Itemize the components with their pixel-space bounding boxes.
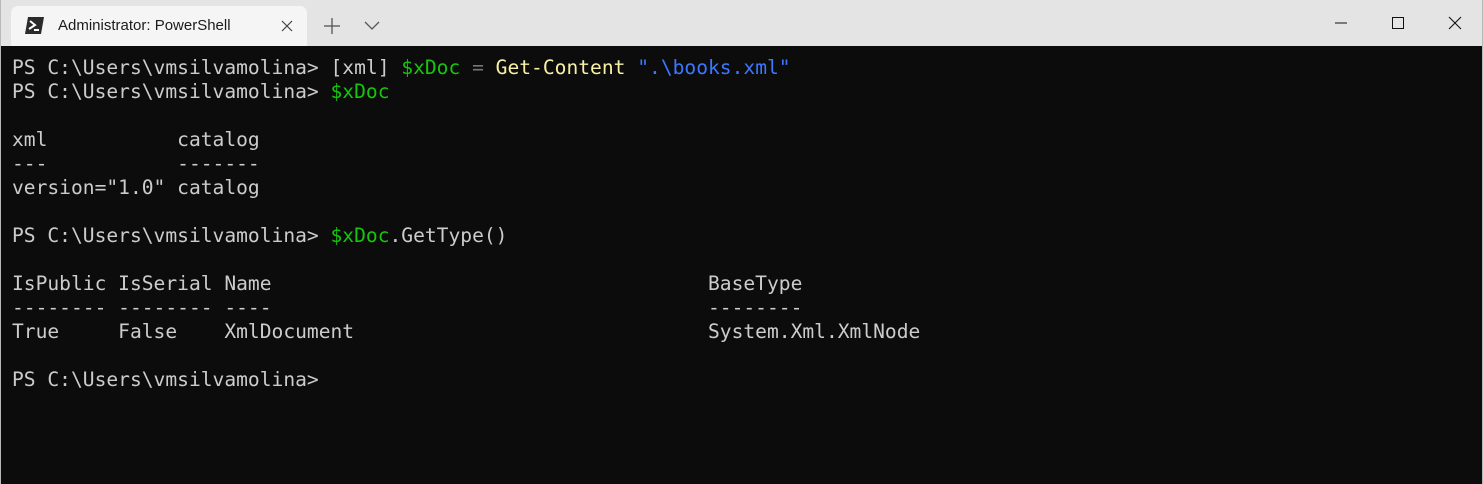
- terminal-output[interactable]: PS C:\Users\vmsilvamolina> [xml] $xDoc =…: [1, 46, 1482, 484]
- terminal-text-segment: version="1.0" catalog: [12, 176, 260, 199]
- terminal-text-segment: $xDoc: [330, 224, 390, 247]
- minimize-button[interactable]: [1313, 0, 1369, 46]
- terminal-line: PS C:\Users\vmsilvamolina>: [12, 368, 1482, 392]
- tab-powershell[interactable]: Administrator: PowerShell: [11, 6, 307, 46]
- close-window-button[interactable]: [1427, 0, 1482, 46]
- terminal-line: PS C:\Users\vmsilvamolina> $xDoc.GetType…: [12, 224, 1482, 248]
- powershell-icon: [25, 16, 44, 35]
- terminal-text-segment: [xml]: [330, 56, 402, 79]
- tab-title: Administrator: PowerShell: [58, 17, 231, 34]
- chevron-down-icon: [364, 21, 380, 30]
- maximize-icon: [1392, 17, 1404, 29]
- terminal-line: True False XmlDocument System.Xml.XmlNod…: [12, 320, 1482, 344]
- new-tab-button[interactable]: [317, 12, 347, 40]
- powershell-window: Administrator: PowerShell PS C:\Users\vm…: [0, 0, 1483, 484]
- terminal-text-segment: --- -------: [12, 152, 260, 175]
- terminal-text-segment: .GetType(): [389, 224, 508, 247]
- terminal-text-segment: $xDoc: [330, 80, 390, 103]
- minimize-icon: [1335, 22, 1347, 24]
- terminal-text-segment: PS C:\Users\vmsilvamolina>: [12, 80, 331, 103]
- terminal-text-segment: =: [460, 56, 496, 79]
- terminal-line: IsPublic IsSerial Name BaseType: [12, 272, 1482, 296]
- terminal-text-segment: Get-Content: [495, 56, 626, 79]
- terminal-text-segment: xml catalog: [12, 128, 260, 151]
- terminal-text-segment: $xDoc: [401, 56, 461, 79]
- close-icon: [1448, 16, 1462, 30]
- plus-icon: [324, 18, 340, 34]
- terminal-line: version="1.0" catalog: [12, 176, 1482, 200]
- maximize-button[interactable]: [1370, 0, 1426, 46]
- terminal-line: xml catalog: [12, 128, 1482, 152]
- terminal-line: PS C:\Users\vmsilvamolina> [xml] $xDoc =…: [12, 56, 1482, 80]
- terminal-text-segment: PS C:\Users\vmsilvamolina>: [12, 56, 331, 79]
- tab-dropdown-button[interactable]: [357, 12, 387, 40]
- terminal-text-segment: -------- -------- ---- --------: [12, 296, 803, 319]
- tab-close-icon[interactable]: [279, 18, 295, 34]
- terminal-text-segment: ".\books.xml": [637, 56, 791, 79]
- terminal-text-segment: True False XmlDocument System.Xml.XmlNod…: [12, 320, 921, 343]
- terminal-text-segment: IsPublic IsSerial Name BaseType: [12, 272, 803, 295]
- terminal-line: -------- -------- ---- --------: [12, 296, 1482, 320]
- terminal-text-segment: PS C:\Users\vmsilvamolina>: [12, 368, 331, 391]
- terminal-line: PS C:\Users\vmsilvamolina> $xDoc: [12, 80, 1482, 104]
- terminal-line: --- -------: [12, 152, 1482, 176]
- title-bar[interactable]: Administrator: PowerShell: [1, 0, 1482, 46]
- terminal-text-segment: PS C:\Users\vmsilvamolina>: [12, 224, 331, 247]
